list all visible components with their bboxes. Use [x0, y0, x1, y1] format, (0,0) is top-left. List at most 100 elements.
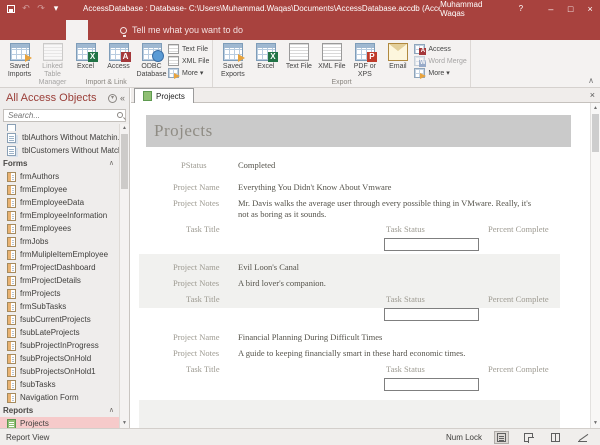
project-record: Project Name Financial Planning During D… — [131, 324, 590, 394]
report-title: Projects — [154, 121, 213, 140]
report-header-band: Projects — [146, 115, 571, 147]
object-icon — [7, 132, 16, 143]
nav-item[interactable]: fsubProjectsOnHold1 — [0, 365, 119, 378]
percent-complete-header: Percent Complete — [488, 364, 549, 374]
nav-item[interactable] — [0, 124, 119, 131]
object-icon — [7, 262, 16, 273]
nav-item[interactable]: fsubLateProjects — [0, 326, 119, 339]
ribbon-tab[interactable] — [66, 20, 88, 40]
scroll-up-icon[interactable]: ▲ — [591, 103, 600, 113]
nav-item[interactable]: fsubProjectsOnHold — [0, 352, 119, 365]
ribbon-tab-bar: Tell me what you want to do — [0, 17, 600, 40]
nav-item[interactable]: frmJobs — [0, 235, 119, 248]
ribbon-tab[interactable] — [22, 20, 44, 40]
status-bar: Report View Num Lock — [0, 428, 600, 445]
ribbon-tab[interactable] — [88, 20, 110, 40]
scroll-down-icon[interactable]: ▼ — [120, 419, 129, 428]
report-view-icon[interactable] — [494, 430, 509, 444]
nav-scrollbar[interactable]: ▲ ▼ — [119, 124, 129, 428]
nav-item[interactable]: Forms — [0, 157, 119, 170]
object-icon — [7, 236, 16, 247]
nav-item[interactable]: frmProjectDetails — [0, 274, 119, 287]
task-status-header: Task Status — [386, 364, 425, 374]
object-icon — [7, 340, 16, 351]
nav-item[interactable]: tblCustomers Without Match... — [0, 144, 119, 157]
nav-item[interactable]: frmMulipleItemEmployee — [0, 248, 119, 261]
table-icon — [255, 43, 278, 62]
qat-button[interactable]: ▾ — [51, 3, 61, 14]
task-status-input[interactable] — [384, 378, 479, 391]
scroll-up-icon[interactable]: ▲ — [120, 124, 129, 133]
nav-item[interactable]: Navigation Form — [0, 391, 119, 404]
close-tab-icon[interactable]: × — [590, 89, 595, 102]
project-record: Project Name Everything You Didn't Know … — [131, 174, 590, 254]
group-label: Export — [331, 79, 352, 86]
close-button[interactable]: × — [580, 0, 600, 17]
nav-item[interactable]: frmEmployeeData — [0, 196, 119, 209]
project-record: Project Name Evil Loon's Canal A bird lo… — [131, 254, 590, 324]
report-icon — [143, 91, 152, 101]
collapse-ribbon-icon[interactable]: ∧ — [588, 76, 594, 85]
ribbon-button[interactable]: Email — [381, 41, 414, 79]
nav-item[interactable]: frmEmployee — [0, 183, 119, 196]
account-name[interactable]: Muhammad Waqas — [440, 0, 496, 18]
ribbon-button[interactable]: Text File — [282, 41, 315, 79]
project-notes-value: Mr. Davis walks the average user through… — [238, 198, 532, 219]
ribbon-button[interactable]: XML File — [168, 55, 209, 67]
file-icon — [168, 68, 180, 79]
task-status-input[interactable] — [384, 238, 479, 251]
tell-me-box[interactable]: Tell me what you want to do — [110, 20, 253, 40]
ribbon-button[interactable]: Saved Exports — [216, 41, 249, 79]
document-tab-projects[interactable]: Projects — [134, 88, 194, 103]
view-status-text: Report View — [6, 432, 50, 442]
scroll-thumb[interactable] — [592, 114, 599, 152]
object-icon — [7, 275, 16, 286]
nav-item[interactable]: frmEmployees — [0, 222, 119, 235]
ribbon-button[interactable]: XML File — [315, 41, 348, 79]
layout-view-icon[interactable] — [548, 431, 563, 444]
shutter-collapse-icon[interactable]: « — [120, 93, 125, 103]
nav-item[interactable]: frmEmployeeInformation — [0, 209, 119, 222]
nav-item[interactable]: frmSubTasks — [0, 300, 119, 313]
nav-item[interactable]: frmProjectDashboard — [0, 261, 119, 274]
object-icon — [7, 301, 16, 312]
ribbon-button[interactable]: Access — [414, 43, 466, 55]
task-status-header: Task Status — [386, 294, 425, 304]
print-preview-icon[interactable] — [521, 431, 536, 444]
search-input[interactable] — [6, 110, 106, 121]
qat-button[interactable]: ↶ — [21, 3, 31, 14]
ribbon-tab[interactable] — [0, 20, 22, 40]
report-scrollbar[interactable]: ▲ ▼ — [590, 103, 600, 428]
access-window: ↶ ↷ ▾ AccessDatabase : Database- C:\Users\… — [0, 0, 600, 445]
nav-item[interactable]: Reports — [0, 404, 119, 417]
ribbon-button[interactable]: Excel — [249, 41, 282, 79]
minimize-button[interactable]: – — [541, 0, 561, 17]
table-icon — [9, 43, 32, 62]
object-icon — [7, 327, 16, 338]
nav-item[interactable]: tblAuthors Without Matchin... — [0, 131, 119, 144]
nav-menu-icon[interactable]: ▾ — [107, 93, 117, 103]
qat-button[interactable]: ↷ — [36, 3, 46, 14]
nav-item[interactable]: fsubCurrentProjects — [0, 313, 119, 326]
pstatus-label: PStatus — [181, 160, 207, 170]
nav-item[interactable]: fsubTasks — [0, 378, 119, 391]
ribbon-tab[interactable] — [44, 20, 66, 40]
ribbon-button[interactable]: PDF or XPS — [348, 41, 381, 79]
nav-item[interactable]: frmAuthors — [0, 170, 119, 183]
qat-button[interactable] — [6, 4, 16, 14]
nav-item[interactable]: fsubProjectInProgress — [0, 339, 119, 352]
scroll-thumb[interactable] — [121, 134, 128, 189]
task-title-header: Task Title — [186, 294, 220, 304]
table-icon — [108, 43, 131, 62]
nav-item[interactable]: Projects — [0, 417, 119, 428]
ribbon-button[interactable]: Text File — [168, 43, 209, 55]
help-icon[interactable]: ? — [519, 4, 523, 13]
project-notes-label: Project Notes — [173, 348, 220, 358]
task-status-input[interactable] — [384, 308, 479, 321]
maximize-button[interactable]: □ — [561, 0, 581, 17]
scroll-down-icon[interactable]: ▼ — [591, 418, 600, 428]
nav-item[interactable]: frmProjects — [0, 287, 119, 300]
project-notes-value: A guide to keeping financially smart in … — [238, 348, 466, 358]
design-view-icon[interactable] — [575, 431, 590, 444]
ribbon-button[interactable]: Word Merge — [414, 55, 467, 67]
